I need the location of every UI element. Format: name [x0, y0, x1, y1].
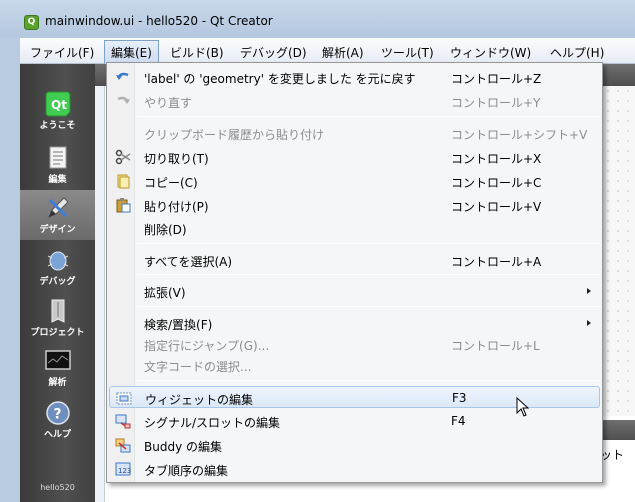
edit-menu-dropdown: 'label' の 'geometry' を変更しました を元に戻す コントロー… — [106, 62, 603, 483]
mode-analyze[interactable]: 解析 — [20, 343, 95, 393]
qt-logo-icon: Qt — [45, 91, 70, 117]
monitor-icon — [44, 350, 71, 370]
help-icon: ? — [45, 401, 70, 425]
menu-item-select-all[interactable]: すべてを選択(A) コントロール+A — [109, 249, 600, 271]
menu-item-find-replace[interactable]: 検索/置換(F) — [109, 312, 600, 334]
menu-item-cut[interactable]: 切り取り(T) コントロール+X — [109, 146, 600, 168]
submenu-arrow-icon — [587, 320, 591, 326]
paste-icon — [116, 198, 131, 213]
mode-design[interactable]: デザイン — [20, 190, 95, 240]
menu-item-select-encoding[interactable]: 文字コードの選択... — [109, 354, 600, 376]
mode-welcome-label: ようこそ — [39, 121, 76, 131]
property-panel-header — [603, 420, 635, 440]
mode-welcome[interactable]: Qt ようこそ — [20, 86, 95, 136]
mouse-cursor-icon — [516, 397, 530, 417]
form-canvas[interactable] — [603, 86, 635, 416]
menu-item-edit-tab-order[interactable]: 123 タブ順序の編集 — [109, 458, 600, 480]
menu-file[interactable]: ファイル(F) — [24, 41, 100, 62]
menu-separator — [137, 116, 600, 117]
mode-design-label: デザイン — [39, 225, 76, 235]
menu-tools[interactable]: ツール(T) — [375, 41, 440, 62]
menu-item-delete[interactable]: 削除(D) — [109, 217, 600, 239]
current-project-name[interactable]: hello520 — [20, 483, 95, 492]
menu-build[interactable]: ビルド(B) — [164, 41, 230, 62]
svg-text:123: 123 — [118, 467, 131, 475]
svg-text:Qt: Qt — [51, 98, 67, 112]
project-icon — [51, 299, 64, 323]
buddy-icon — [115, 438, 131, 453]
mode-debug[interactable]: デバッグ — [20, 242, 95, 292]
redo-icon — [117, 96, 130, 104]
menu-help[interactable]: ヘルプ(H) — [544, 41, 610, 62]
menu-item-undo[interactable]: 'label' の 'geometry' を変更しました を元に戻す コントロー… — [109, 66, 600, 88]
menu-item-redo[interactable]: やり直す コントロール+Y — [109, 90, 600, 112]
menu-item-edit-buddies[interactable]: Buddy の編集 — [109, 434, 600, 456]
mode-projects-label: プロジェクト — [30, 328, 85, 338]
mode-analyze-label: 解析 — [48, 378, 67, 388]
widget-edit-icon — [116, 392, 132, 405]
menu-separator — [137, 274, 600, 275]
design-pencil-icon — [47, 197, 69, 218]
mode-projects[interactable]: プロジェクト — [20, 293, 95, 343]
menu-separator — [137, 243, 600, 244]
window-title: mainwindow.ui - hello520 - Qt Creator — [45, 14, 273, 28]
menu-analyze[interactable]: 解析(A) — [316, 41, 370, 62]
menu-debug[interactable]: デバッグ(D) — [234, 41, 313, 62]
qt-app-icon: Q — [24, 15, 39, 30]
menu-window[interactable]: ウィンドウ(W) — [444, 41, 537, 62]
menu-separator — [137, 306, 600, 307]
menu-bar: ファイル(F) 編集(E) ビルド(B) デバッグ(D) 解析(A) ツール(T… — [20, 38, 635, 64]
mode-help[interactable]: ? ヘルプ — [20, 395, 95, 445]
undo-icon — [116, 72, 129, 80]
menu-item-paste-history[interactable]: クリップボード履歴から貼り付け コントロール+シフト+V — [109, 122, 600, 144]
menu-item-copy[interactable]: コピー(C) コントロール+C — [109, 170, 600, 192]
menu-item-goto-line[interactable]: 指定行にジャンプ(G)... コントロール+L — [109, 333, 600, 355]
widget-box-panel — [95, 86, 105, 502]
cut-icon — [115, 149, 131, 165]
menu-separator — [137, 380, 600, 381]
property-panel-text: ット — [600, 448, 625, 462]
menu-item-paste[interactable]: 貼り付け(P) コントロール+V — [109, 194, 600, 216]
document-icon — [49, 146, 66, 169]
qt-creator-window: Q mainwindow.ui - hello520 - Qt Creator … — [0, 0, 635, 502]
mode-sidebar: Qt ようこそ 編集 デザイン デバッグ プロジェクト 解析 ? ヘルプ hel… — [20, 64, 95, 502]
copy-icon — [117, 174, 130, 189]
title-bar: Q mainwindow.ui - hello520 - Qt Creator — [0, 0, 635, 38]
mode-debug-label: デバッグ — [39, 277, 76, 287]
tab-order-icon: 123 — [115, 462, 131, 476]
mode-edit[interactable]: 編集 — [20, 140, 95, 190]
menu-edit[interactable]: 編集(E) — [104, 40, 159, 64]
submenu-arrow-icon — [587, 288, 591, 294]
signal-slot-icon — [115, 414, 131, 429]
mode-help-label: ヘルプ — [43, 430, 71, 440]
menu-item-advanced[interactable]: 拡張(V) — [109, 280, 600, 302]
mode-edit-label: 編集 — [48, 175, 67, 185]
svg-text:?: ? — [53, 407, 61, 423]
bug-icon — [47, 251, 68, 271]
